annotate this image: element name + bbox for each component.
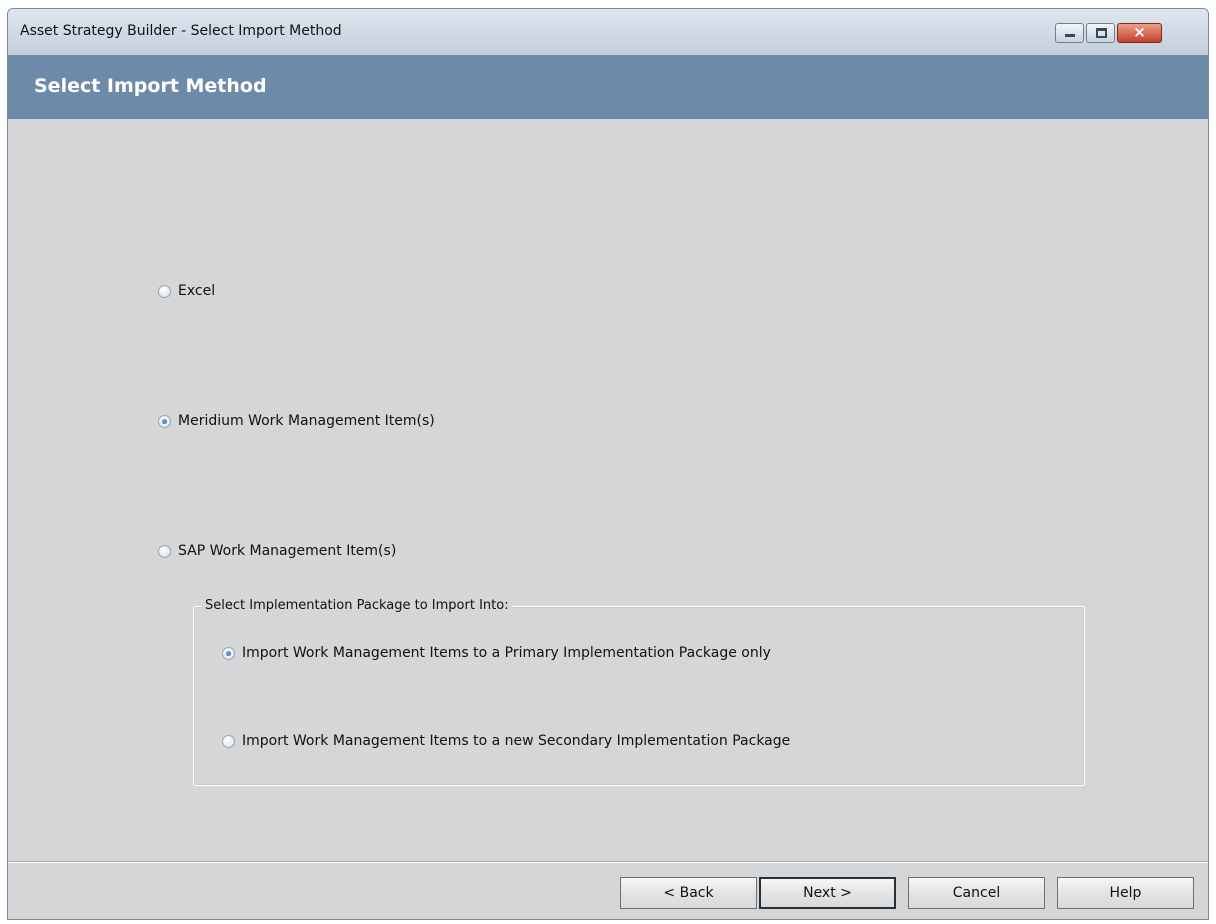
back-button[interactable]: < Back	[620, 877, 757, 909]
minimize-icon	[1065, 34, 1075, 37]
radio-secondary-indicator[interactable]	[222, 734, 235, 748]
radio-sap-label: SAP Work Management Item(s)	[178, 543, 397, 559]
page-header: Select Import Method	[8, 55, 1208, 119]
radio-meridium-indicator[interactable]	[158, 414, 171, 428]
implementation-package-legend: Select Implementation Package to Import …	[202, 598, 512, 613]
wizard-window: Asset Strategy Builder - Select Import M…	[7, 8, 1209, 920]
window-title: Asset Strategy Builder - Select Import M…	[20, 23, 342, 39]
help-button[interactable]: Help	[1057, 877, 1194, 909]
maximize-icon	[1096, 28, 1107, 38]
footer-separator	[8, 861, 1208, 863]
radio-secondary-label: Import Work Management Items to a new Se…	[242, 733, 791, 749]
cancel-button[interactable]: Cancel	[908, 877, 1045, 909]
radio-excel[interactable]: Excel	[158, 283, 215, 299]
radio-sap-work-management[interactable]: SAP Work Management Item(s)	[158, 543, 396, 559]
radio-secondary-package[interactable]: Import Work Management Items to a new Se…	[222, 733, 790, 749]
close-button[interactable]: ×	[1117, 23, 1162, 43]
maximize-button[interactable]	[1086, 23, 1115, 43]
minimize-button[interactable]	[1055, 23, 1084, 43]
radio-primary-indicator[interactable]	[222, 646, 235, 660]
radio-excel-label: Excel	[178, 283, 216, 299]
radio-meridium-label: Meridium Work Management Item(s)	[178, 413, 435, 429]
page-title: Select Import Method	[34, 75, 267, 97]
radio-meridium-work-management[interactable]: Meridium Work Management Item(s)	[158, 413, 435, 429]
radio-excel-indicator[interactable]	[158, 284, 171, 298]
next-button[interactable]: Next >	[759, 877, 896, 909]
title-bar[interactable]: Asset Strategy Builder - Select Import M…	[8, 9, 1208, 56]
radio-sap-indicator[interactable]	[158, 544, 171, 558]
radio-primary-package[interactable]: Import Work Management Items to a Primar…	[222, 645, 771, 661]
implementation-package-group: Select Implementation Package to Import …	[193, 598, 1085, 786]
radio-primary-label: Import Work Management Items to a Primar…	[242, 645, 771, 661]
close-icon: ×	[1133, 23, 1146, 41]
